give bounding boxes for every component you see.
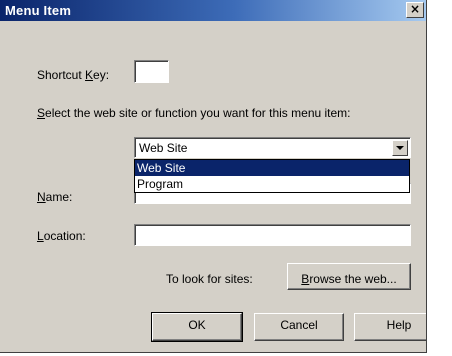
help-button[interactable]: Help [354, 313, 426, 341]
browse-web-button[interactable]: Browse the web... [287, 263, 411, 290]
function-select-value: Web Site [139, 141, 188, 155]
shortcut-key-label: Shortcut Key: [37, 68, 110, 82]
option-web-site[interactable]: Web Site [135, 160, 409, 176]
function-dropdown-list: Web Site Program [134, 159, 410, 193]
dropdown-button[interactable] [392, 140, 408, 156]
option-program[interactable]: Program [135, 176, 409, 192]
menu-item-dialog: Menu Item × Shortcut Key: Select the web… [0, 0, 427, 353]
close-icon: × [409, 2, 421, 16]
name-label: Name: [37, 190, 73, 204]
title-bar[interactable]: Menu Item × [0, 0, 426, 21]
location-label: Location: [37, 229, 86, 243]
browse-prompt: To look for sites: [166, 272, 253, 286]
select-function-prompt: Select the web site or function you want… [37, 106, 351, 120]
cancel-button[interactable]: Cancel [254, 313, 344, 341]
close-button[interactable]: × [406, 2, 424, 18]
dialog-title: Menu Item [5, 3, 72, 18]
function-select[interactable]: Web Site [134, 137, 411, 158]
ok-button[interactable]: OK [151, 312, 243, 342]
chevron-down-icon [396, 146, 404, 150]
shortcut-key-input[interactable] [134, 60, 169, 83]
location-input[interactable] [134, 224, 411, 246]
